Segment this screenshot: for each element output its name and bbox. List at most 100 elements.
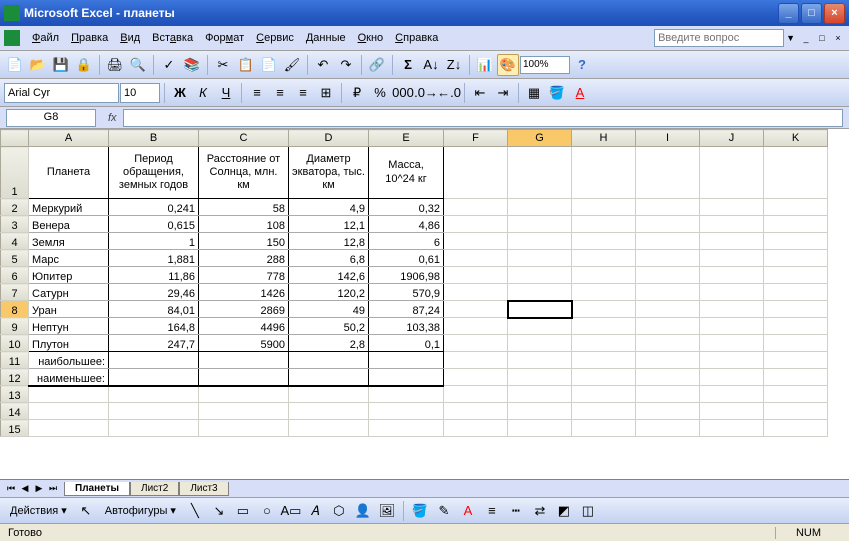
col-header-e[interactable]: E: [369, 130, 444, 147]
fill-color-button[interactable]: 🪣: [546, 82, 568, 104]
col-header-f[interactable]: F: [444, 130, 508, 147]
cell[interactable]: 87,24: [369, 301, 444, 318]
menu-data[interactable]: Данные: [300, 29, 352, 47]
mdi-close-button[interactable]: ×: [831, 31, 845, 45]
align-center-button[interactable]: ≡: [269, 82, 291, 104]
row-header[interactable]: 3: [1, 216, 29, 233]
cell[interactable]: наименьшее:: [29, 369, 109, 386]
hyperlink-button[interactable]: 🔗: [366, 54, 388, 76]
drawing-button[interactable]: 🎨: [497, 54, 519, 76]
align-right-button[interactable]: ≡: [292, 82, 314, 104]
row-header[interactable]: 12: [1, 369, 29, 386]
cell[interactable]: 778: [199, 267, 289, 284]
menu-window[interactable]: Окно: [352, 29, 390, 47]
menu-file[interactable]: Файл: [26, 29, 65, 47]
mdi-restore-button[interactable]: □: [815, 31, 829, 45]
shadow-icon[interactable]: ◩: [553, 500, 575, 522]
row-header[interactable]: 1: [1, 147, 29, 199]
cell[interactable]: 0,1: [369, 335, 444, 352]
cell[interactable]: 12,1: [289, 216, 369, 233]
fx-icon[interactable]: fx: [108, 112, 117, 124]
cell[interactable]: 164,8: [109, 318, 199, 335]
cell[interactable]: 0,615: [109, 216, 199, 233]
cell[interactable]: 150: [199, 233, 289, 250]
cell[interactable]: 58: [199, 199, 289, 216]
menu-insert[interactable]: Вставка: [146, 29, 199, 47]
font-name-select[interactable]: [4, 83, 119, 103]
font-size-select[interactable]: [120, 83, 160, 103]
tab-first-icon[interactable]: ⏮: [4, 482, 18, 496]
cell[interactable]: 0,61: [369, 250, 444, 267]
font-color-button[interactable]: A: [569, 82, 591, 104]
decrease-indent-button[interactable]: ⇤: [469, 82, 491, 104]
print-button[interactable]: 🖨: [104, 54, 126, 76]
arrow-icon[interactable]: ↘: [208, 500, 230, 522]
line-color-icon[interactable]: ✎: [433, 500, 455, 522]
col-header-j[interactable]: J: [700, 130, 764, 147]
cell[interactable]: 50,2: [289, 318, 369, 335]
menu-help[interactable]: Справка: [389, 29, 444, 47]
col-header-h[interactable]: H: [572, 130, 636, 147]
save-button[interactable]: 💾: [50, 54, 72, 76]
row-header[interactable]: 2: [1, 199, 29, 216]
sheet-tab-2[interactable]: Лист2: [130, 482, 179, 496]
print-preview-button[interactable]: 🔍: [127, 54, 149, 76]
cell[interactable]: 4496: [199, 318, 289, 335]
cell[interactable]: 2869: [199, 301, 289, 318]
help-search-input[interactable]: [654, 29, 784, 47]
menu-tools[interactable]: Сервис: [250, 29, 300, 47]
help-button[interactable]: ?: [571, 54, 593, 76]
cell[interactable]: 11,86: [109, 267, 199, 284]
formula-bar[interactable]: [123, 109, 843, 127]
cell[interactable]: 1,881: [109, 250, 199, 267]
col-header-d[interactable]: D: [289, 130, 369, 147]
chart-wizard-button[interactable]: 📊: [474, 54, 496, 76]
cell[interactable]: 247,7: [109, 335, 199, 352]
name-box[interactable]: G8: [6, 109, 96, 127]
cell[interactable]: Диаметр экватора, тыс. км: [289, 147, 369, 199]
cell[interactable]: 0,32: [369, 199, 444, 216]
row-header[interactable]: 15: [1, 420, 29, 437]
currency-button[interactable]: ₽: [346, 82, 368, 104]
col-header-b[interactable]: B: [109, 130, 199, 147]
cell[interactable]: 1426: [199, 284, 289, 301]
row-header[interactable]: 5: [1, 250, 29, 267]
sort-desc-button[interactable]: Z↓: [443, 54, 465, 76]
cell[interactable]: 6,8: [289, 250, 369, 267]
cell[interactable]: 4,86: [369, 216, 444, 233]
col-header-c[interactable]: C: [199, 130, 289, 147]
row-header[interactable]: 4: [1, 233, 29, 250]
clipart-icon[interactable]: 👤: [352, 500, 374, 522]
sheet-tab-3[interactable]: Лист3: [179, 482, 228, 496]
spelling-button[interactable]: ✓: [158, 54, 180, 76]
cell[interactable]: 142,6: [289, 267, 369, 284]
col-header-g[interactable]: G: [508, 130, 572, 147]
permission-button[interactable]: 🔒: [73, 54, 95, 76]
row-header[interactable]: 11: [1, 352, 29, 369]
cell[interactable]: Период обращения, земных годов: [109, 147, 199, 199]
underline-button[interactable]: Ч: [215, 82, 237, 104]
tab-next-icon[interactable]: ▶: [32, 482, 46, 496]
cell[interactable]: 84,01: [109, 301, 199, 318]
autosum-button[interactable]: Σ: [397, 54, 419, 76]
cell[interactable]: Марс: [29, 250, 109, 267]
diagram-icon[interactable]: ⬡: [328, 500, 350, 522]
cell[interactable]: 6: [369, 233, 444, 250]
cell[interactable]: 1: [109, 233, 199, 250]
menu-format[interactable]: Формат: [199, 29, 250, 47]
picture-icon[interactable]: 🖼: [376, 500, 398, 522]
increase-decimal-button[interactable]: .0→: [415, 82, 437, 104]
autoshapes-menu[interactable]: Автофигуры ▾: [99, 501, 182, 520]
help-dropdown-icon[interactable]: ▼: [786, 33, 795, 43]
zoom-input[interactable]: [520, 56, 570, 74]
line-style-icon[interactable]: ≡: [481, 500, 503, 522]
cell[interactable]: Планета: [29, 147, 109, 199]
cell[interactable]: наибольшее:: [29, 352, 109, 369]
worksheet-grid[interactable]: A B C D E F G H I J K 1 Планета Период о…: [0, 129, 849, 479]
cell[interactable]: Сатурн: [29, 284, 109, 301]
decrease-decimal-button[interactable]: ←.0: [438, 82, 460, 104]
col-header-a[interactable]: A: [29, 130, 109, 147]
cell[interactable]: 29,46: [109, 284, 199, 301]
bold-button[interactable]: Ж: [169, 82, 191, 104]
cell[interactable]: Юпитер: [29, 267, 109, 284]
